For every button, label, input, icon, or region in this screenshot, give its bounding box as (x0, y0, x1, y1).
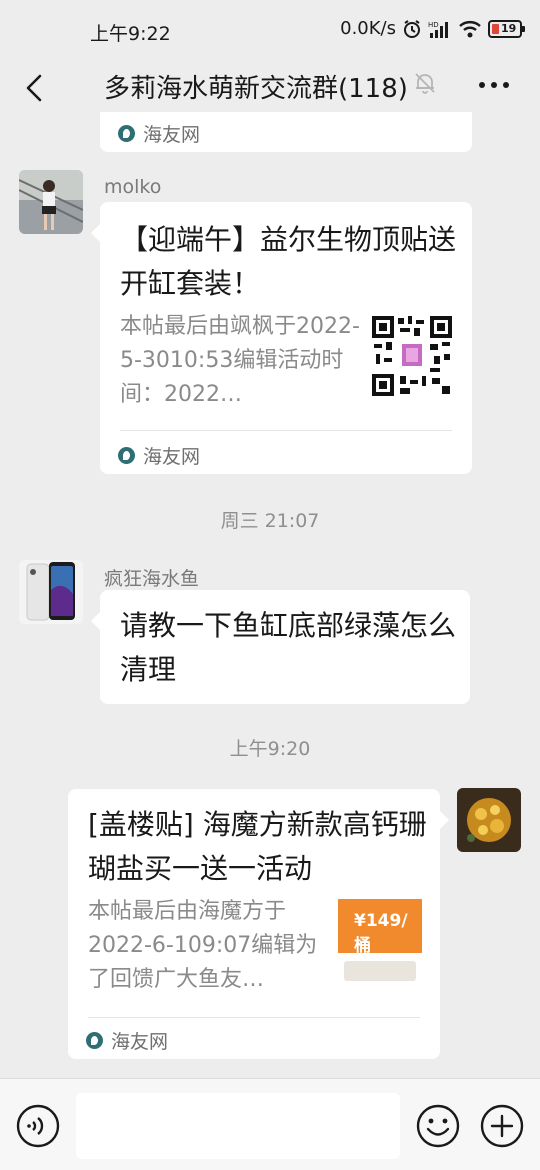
avatar-self[interactable] (457, 788, 521, 852)
avatar-fish-fan[interactable] (19, 560, 83, 624)
card-source-label: 海友网 (143, 124, 201, 146)
avatar-photo (19, 170, 83, 234)
card-source-label: 海友网 (143, 446, 201, 468)
message-text: 请教一下鱼缸底部绿藻怎么清理 (120, 609, 457, 686)
message-list[interactable]: 海友网 molko 【迎端午】益尔生物顶贴送开缸套装！ 本帖最后由飒枫于2022… (0, 112, 540, 1078)
alarm-icon (404, 19, 420, 38)
emoji-icon (416, 1104, 460, 1148)
card-source-label: 海友网 (111, 1031, 169, 1053)
status-time: 上午9:22 (90, 23, 171, 45)
avatar-photo (19, 560, 83, 624)
input-bar (0, 1078, 540, 1170)
card-description: 本帖最后由海魔方于2022-6-109:07编辑为了回馈广大鱼友… (88, 899, 318, 992)
link-card-partial[interactable]: 海友网 (100, 112, 472, 152)
time-separator: 周三 21:07 (220, 510, 320, 532)
back-button[interactable] (16, 68, 56, 108)
signal-icon: HD (428, 21, 448, 38)
chat-title: 多莉海水萌新交流群(118) (104, 74, 408, 104)
message-input[interactable] (76, 1093, 400, 1159)
card-source: 海友网 (118, 442, 200, 469)
sender-name: molko (104, 176, 162, 198)
voice-icon (16, 1104, 60, 1148)
card-title: [盖楼贴] 海魔方新款高钙珊 瑚盐买一送一活动 (88, 808, 427, 885)
avatar-molko[interactable] (19, 170, 83, 234)
status-bar: 上午9:22 0.0K/s HD 19 (0, 0, 540, 62)
battery-level (492, 23, 499, 34)
sender-name: 疯狂海水鱼 (104, 568, 200, 590)
card-title: 【迎端午】益尔生物顶贴送开缸套装！ (120, 223, 457, 300)
time-separator: 上午9:20 (229, 738, 311, 760)
avatar-photo (457, 788, 521, 852)
qr-code-thumbnail (370, 314, 454, 398)
battery-icon: 19 (488, 19, 525, 38)
battery-percent: 19 (501, 22, 517, 35)
plus-circle-icon (480, 1104, 524, 1148)
more-button[interactable] (474, 70, 514, 100)
product-thumbnail: ¥149/桶 (338, 899, 422, 985)
card-divider (88, 1017, 420, 1018)
text-message[interactable]: 请教一下鱼缸底部绿藻怎么清理 (91, 590, 470, 704)
salt-product-image (344, 961, 416, 981)
haiyou-logo-icon (86, 1032, 103, 1049)
voice-button[interactable] (16, 1104, 60, 1148)
wifi-icon (459, 20, 481, 37)
promo-banner: ¥149/桶 (338, 899, 422, 956)
link-card[interactable]: 【迎端午】益尔生物顶贴送开缸套装！ 本帖最后由飒枫于2022-5-3010:53… (91, 202, 472, 474)
chevron-left-icon (26, 74, 42, 102)
svg-text:HD: HD (428, 21, 439, 29)
status-icons: 0.0K/s HD 19 (340, 18, 525, 39)
plus-button[interactable] (480, 1104, 524, 1148)
card-source: 海友网 (118, 120, 200, 147)
bell-off-icon (415, 73, 435, 94)
promo-price: ¥149/桶 (354, 911, 408, 956)
network-speed: 0.0K/s (340, 18, 396, 39)
emoji-button[interactable] (416, 1104, 460, 1148)
card-description: 本帖最后由飒枫于2022-5-3010:53编辑活动时间：2022… (120, 314, 360, 407)
link-card-self[interactable]: [盖楼贴] 海魔方新款高钙珊 瑚盐买一送一活动 本帖最后由海魔方于2022-6-… (68, 789, 449, 1059)
card-divider (120, 430, 452, 431)
haiyou-logo-icon (118, 447, 135, 464)
haiyou-logo-icon (118, 125, 135, 142)
card-source: 海友网 (86, 1027, 168, 1054)
more-dots-icon (479, 82, 509, 88)
